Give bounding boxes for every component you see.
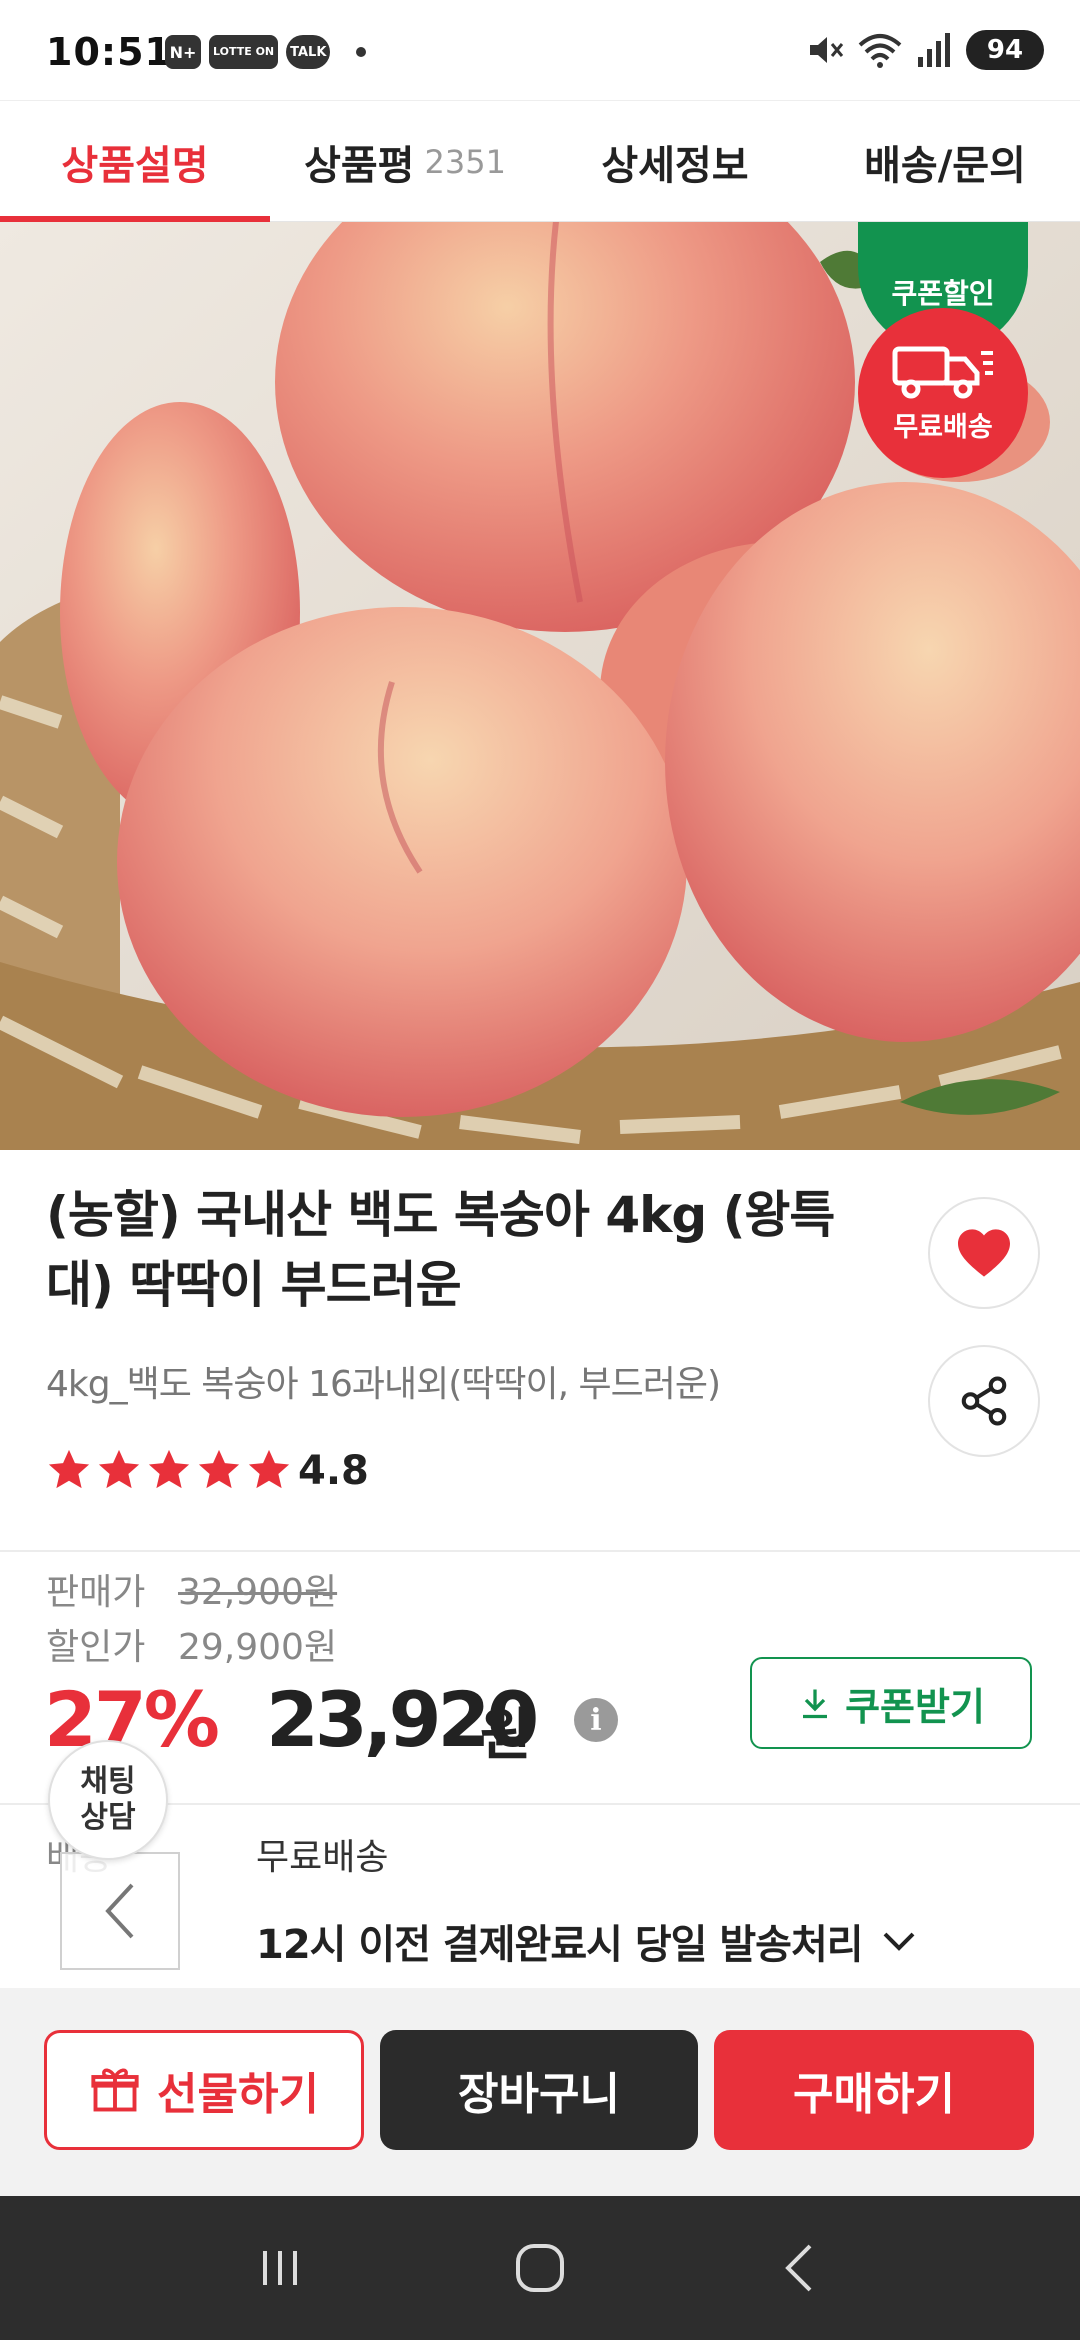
gift-icon: [91, 2068, 139, 2112]
tab-details[interactable]: 상세정보: [540, 101, 810, 223]
signal-icon: [918, 33, 950, 67]
shipping-value: 무료배송: [256, 1837, 389, 1878]
discount-price-row: 할인가 29,900원: [46, 1618, 337, 1670]
home-button[interactable]: [500, 2228, 580, 2308]
add-to-cart-button[interactable]: 장바구니: [380, 2030, 698, 2150]
chevron-down-icon: [883, 1932, 914, 1951]
download-coupon-button[interactable]: 쿠폰받기: [750, 1657, 1032, 1749]
buy-now-button[interactable]: 구매하기: [714, 2030, 1034, 2150]
sale-price-row: 판매가 32,900원: [46, 1563, 337, 1615]
sale-price-label: 판매가: [46, 1572, 146, 1613]
mute-icon: [810, 37, 844, 63]
share-button[interactable]: [928, 1345, 1040, 1457]
wishlist-button[interactable]: [928, 1197, 1040, 1309]
gift-button-label: 선물하기: [157, 2069, 319, 2120]
discount-price-label: 할인가: [46, 1627, 146, 1668]
rating-value: 4.8: [298, 1448, 369, 1494]
discount-price-value: 29,900원: [178, 1627, 338, 1668]
rating-stars: [46, 1448, 292, 1492]
star-icon: [48, 1449, 90, 1489]
wifi-icon: [858, 34, 902, 68]
battery-indicator: 94: [966, 30, 1044, 70]
coupon-badge-label: 쿠폰할인: [891, 277, 995, 310]
tab-label: 배송/문의: [864, 143, 1026, 189]
naver-plus-icon: N+: [165, 35, 201, 69]
lotte-on-icon: LOTTE ON: [209, 35, 279, 69]
kakao-talk-icon: TALK: [286, 35, 331, 69]
star-icon: [98, 1449, 140, 1489]
free-shipping-badge: 무료배송: [858, 308, 1028, 478]
status-bar: 10:51 N+ LOTTE ON TALK 94: [0, 0, 1080, 100]
floating-back-button[interactable]: [60, 1852, 180, 1970]
delivery-truck-icon: [892, 346, 993, 398]
star-icon: [198, 1449, 240, 1489]
tab-reviews[interactable]: 상품평 2351: [270, 101, 540, 223]
shipping-badge-label: 무료배송: [893, 411, 993, 443]
status-right-icons: 94: [806, 30, 1044, 70]
cart-button-label: 장바구니: [458, 2069, 620, 2120]
status-time: 10:51: [46, 30, 172, 74]
system-navigation-bar: [0, 2196, 1080, 2340]
status-app-icons: N+ LOTTE ON TALK: [165, 35, 367, 69]
section-divider: [0, 1550, 1080, 1552]
sale-price-value: 32,900원: [178, 1572, 338, 1613]
recent-apps-button[interactable]: [240, 2228, 320, 2308]
recent-apps-icon: [263, 2251, 297, 2285]
review-count: 2351: [424, 143, 506, 181]
tab-label: 상품설명: [61, 143, 209, 189]
notification-dot-icon: [356, 47, 367, 57]
buy-button-label: 구매하기: [793, 2069, 955, 2120]
battery-level: 94: [986, 35, 1024, 65]
back-button[interactable]: [760, 2228, 840, 2308]
back-icon: [785, 2244, 812, 2292]
home-icon: [516, 2244, 564, 2292]
final-price-unit: 원: [480, 1703, 532, 1768]
product-tabs: 상품설명 상품평 2351 상세정보 배송/문의: [0, 100, 1080, 224]
star-icon: [248, 1449, 290, 1489]
lotte-on-icon-label: LOTTE ON: [213, 45, 275, 58]
tab-label: 상품평: [304, 143, 415, 189]
share-icon: [961, 1376, 1007, 1426]
chevron-left-icon: [105, 1883, 134, 1939]
product-option: 4kg_백도 복숭아 16과내외(딱딱이, 부드러운): [46, 1364, 721, 1405]
gift-button[interactable]: 선물하기: [44, 2030, 364, 2150]
shipping-note: 12시 이전 결제완료시 당일 발송처리: [256, 1922, 864, 1968]
tab-shipping-inquiry[interactable]: 배송/문의: [810, 101, 1080, 223]
chat-consult-label: 채팅 상담: [80, 1764, 136, 1835]
star-icon: [148, 1449, 190, 1489]
price-info-icon[interactable]: i: [574, 1698, 618, 1742]
heart-icon: [958, 1229, 1010, 1277]
tab-label: 상세정보: [601, 143, 749, 189]
chat-consult-button[interactable]: 채팅 상담: [48, 1740, 168, 1860]
tab-product-description[interactable]: 상품설명: [0, 101, 270, 224]
coupon-button-label: 쿠폰받기: [845, 1684, 985, 1729]
purchase-action-bar: 선물하기 장바구니 구매하기: [0, 1988, 1080, 2196]
download-icon: [803, 1689, 828, 1719]
shipping-note-toggle[interactable]: 12시 이전 결제완료시 당일 발송처리: [256, 1912, 919, 1970]
product-title: (농할) 국내산 백도 복숭아 4kg (왕특대) 딱딱이 부드러운: [46, 1186, 835, 1314]
